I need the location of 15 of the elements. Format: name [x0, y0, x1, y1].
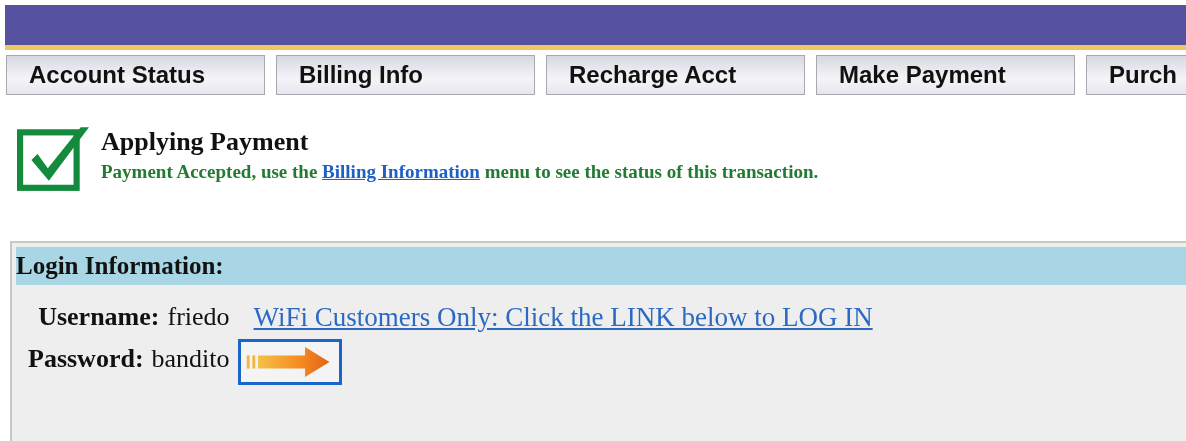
field-label: Password: — [28, 344, 144, 374]
login-arrow-button[interactable] — [237, 339, 342, 385]
nav-tab[interactable]: Recharge Acct — [546, 55, 805, 95]
status-title: Applying Payment — [101, 127, 310, 157]
nav-tab[interactable]: Billing Info — [276, 55, 535, 95]
panel-title: Login Information: — [16, 252, 224, 280]
field-value: friedo — [167, 302, 230, 332]
wifi-login-link[interactable]: WiFi Customers Only: Click the LINK below to LOG IN — [253, 302, 873, 333]
nav-tab[interactable]: Account Status — [6, 55, 265, 95]
field-label: Username: — [38, 302, 160, 332]
field-value: bandito — [151, 344, 230, 374]
nav-tab[interactable]: Make Payment — [816, 55, 1075, 95]
nav-tab[interactable]: Purch — [1086, 55, 1186, 95]
status-message: Payment Accepted, use the Billing Information menu to see the status of this transaction. — [101, 161, 819, 183]
billing-information-link[interactable]: Billing Information — [322, 161, 480, 182]
